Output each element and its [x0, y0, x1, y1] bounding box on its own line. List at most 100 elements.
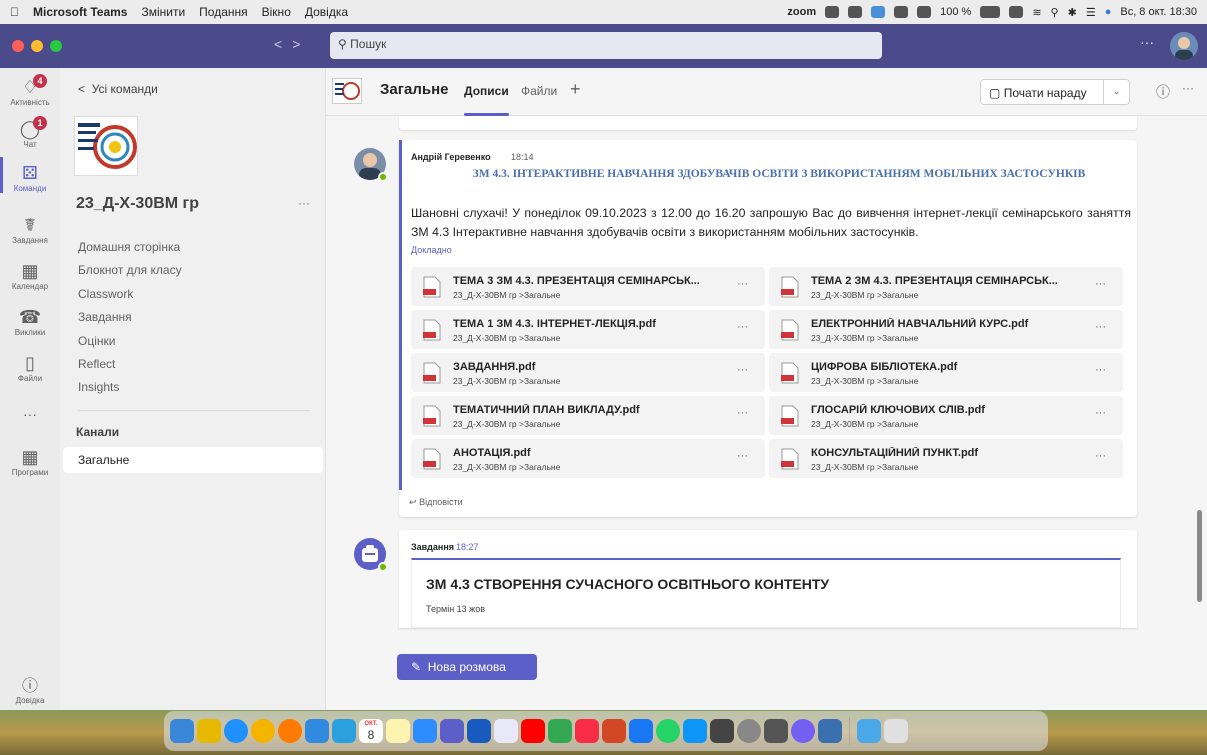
clock[interactable]: Вс, 8 окт. 18:30 — [1120, 6, 1197, 18]
attachment-item[interactable]: ЦИФРОВА БІБЛІОТЕКА.pdf 23_Д-Х-30ВМ гр >З… — [769, 353, 1123, 392]
menu-edit[interactable]: Змінити — [141, 5, 185, 19]
sidebar-item-classwork[interactable]: Classwork — [78, 287, 133, 301]
menu-window[interactable]: Вікно — [262, 5, 291, 19]
zoom-dock-icon[interactable] — [413, 719, 437, 743]
youtube-dock-icon[interactable] — [521, 719, 545, 743]
launchpad-dock-icon[interactable] — [197, 719, 221, 743]
rail-teams[interactable]: ⚄ Команди — [0, 162, 60, 193]
telegram-dock-icon[interactable] — [332, 719, 356, 743]
user-avatar[interactable] — [1170, 32, 1198, 60]
attachment-item[interactable]: КОНСУЛЬТАЦІЙНИЙ ПУНКТ.pdf 23_Д-Х-30ВМ гр… — [769, 439, 1123, 478]
rail-more-icon[interactable]: ··· — [0, 406, 60, 422]
menu-app-name[interactable]: Microsoft Teams — [33, 5, 127, 19]
battery-icon[interactable] — [980, 6, 1001, 18]
sidebar-item-home[interactable]: Домашня сторінка — [78, 240, 180, 254]
attachment-more-icon[interactable]: ··· — [1095, 321, 1106, 333]
mail-dock-icon[interactable] — [305, 719, 329, 743]
sidebar-item-insights[interactable]: Insights — [78, 380, 119, 394]
search-tray-icon[interactable]: ⚲ — [1051, 6, 1059, 19]
attachment-item[interactable]: ТЕМА 2 ЗМ 4.3. ПРЕЗЕНТАЦІЯ СЕМІНАРСЬК...… — [769, 267, 1123, 306]
forward-arrow-icon[interactable]: > — [292, 36, 310, 52]
finder-dock-icon[interactable] — [170, 719, 194, 743]
attachment-item[interactable]: ЗАВДАННЯ.pdf 23_Д-Х-30ВМ гр >Загальне ··… — [411, 353, 765, 392]
calendar-dock-icon[interactable]: ОКТ. 8 — [359, 719, 383, 743]
assignment-post-author[interactable]: Завдання — [411, 542, 454, 552]
zoom-tray-label[interactable]: zoom — [787, 6, 816, 18]
attachment-item[interactable]: ЕЛЕКТРОННИЙ НАВЧАЛЬНИЙ КУРС.pdf 23_Д-Х-3… — [769, 310, 1123, 349]
preview-dock-icon[interactable] — [818, 719, 842, 743]
sidebar-item-notebook[interactable]: Блокнот для класу — [78, 263, 182, 277]
shield-tray-icon[interactable] — [825, 6, 840, 18]
close-window-button[interactable] — [12, 40, 24, 52]
channel-item-general[interactable]: Загальне — [63, 447, 323, 473]
attachment-more-icon[interactable]: ··· — [737, 364, 748, 376]
viber-dock-icon[interactable] — [494, 719, 518, 743]
menu-help[interactable]: Довідка — [305, 5, 348, 19]
rail-help[interactable]: ⓘ Довідка — [0, 672, 60, 705]
attachment-item[interactable]: ГЛОСАРІЙ КЛЮЧОВИХ СЛІВ.pdf 23_Д-Х-30ВМ г… — [769, 396, 1123, 435]
whatsapp-dock-icon[interactable] — [656, 719, 680, 743]
see-more-link[interactable]: Докладно — [411, 245, 452, 255]
sidebar-item-assignments[interactable]: Завдання — [78, 310, 132, 324]
photos-dock-icon[interactable] — [278, 719, 302, 743]
apple-icon[interactable]:  — [10, 5, 19, 19]
rail-calls[interactable]: ☎ Виклики — [0, 306, 60, 337]
attachment-more-icon[interactable]: ··· — [1095, 450, 1106, 462]
chrome-dock-icon[interactable] — [251, 719, 275, 743]
music-dock-icon[interactable] — [575, 719, 599, 743]
reply-button[interactable]: ↩ Відповісти — [409, 497, 463, 508]
team-name[interactable]: 23_Д-Х-30ВМ гр — [76, 195, 199, 213]
bluetooth-icon[interactable]: ✱ — [1068, 6, 1077, 19]
calculator-dock-icon[interactable] — [710, 719, 734, 743]
scrollbar[interactable] — [1197, 510, 1202, 602]
search-input[interactable]: ⚲ Пошук — [330, 32, 882, 59]
wifi-icon[interactable]: ≋ — [1032, 6, 1041, 19]
attachment-more-icon[interactable]: ··· — [737, 278, 748, 290]
channels-heading[interactable]: Канали — [76, 425, 119, 439]
menu-view[interactable]: Подання — [199, 5, 247, 19]
meet-dropdown-chevron-icon[interactable]: ⌄ — [1104, 79, 1130, 105]
siri-icon[interactable]: ● — [1105, 6, 1112, 18]
app-store-dock-icon[interactable] — [683, 719, 707, 743]
notes-dock-icon[interactable] — [386, 719, 410, 743]
sidebar-item-reflect[interactable]: Reflect — [78, 357, 115, 371]
attachment-item[interactable]: ТЕМАТИЧНИЙ ПЛАН ВИКЛАДУ.pdf 23_Д-Х-30ВМ … — [411, 396, 765, 435]
sync-tray-icon[interactable] — [871, 6, 886, 18]
app2-dock-icon[interactable] — [764, 719, 788, 743]
chrome-tray-icon[interactable] — [917, 6, 932, 18]
app-dock-icon[interactable] — [629, 719, 653, 743]
attachment-more-icon[interactable]: ··· — [737, 450, 748, 462]
attachment-more-icon[interactable]: ··· — [737, 407, 748, 419]
safari-dock-icon[interactable] — [224, 719, 248, 743]
attachment-item[interactable]: АНОТАЦІЯ.pdf 23_Д-Х-30ВМ гр >Загальне ··… — [411, 439, 765, 478]
trash-dock-icon[interactable] — [884, 719, 908, 743]
attachment-more-icon[interactable]: ··· — [1095, 407, 1106, 419]
rail-calendar[interactable]: ▦ Календар — [0, 260, 60, 291]
teams-dock-icon[interactable] — [440, 719, 464, 743]
meet-now-button[interactable]: ▢ Почати нараду — [980, 79, 1104, 105]
attachment-more-icon[interactable]: ··· — [1095, 364, 1106, 376]
attachment-item[interactable]: ТЕМА 1 ЗМ 4.3. ІНТЕРНЕТ-ЛЕКЦІЯ.pdf 23_Д-… — [411, 310, 765, 349]
control-center-icon[interactable]: ☰ — [1086, 6, 1096, 19]
sidebar-item-grades[interactable]: Оцінки — [78, 334, 115, 348]
drive-dock-icon[interactable] — [548, 719, 572, 743]
attachment-more-icon[interactable]: ··· — [1095, 278, 1106, 290]
add-tab-icon[interactable]: + — [570, 79, 581, 100]
info-icon[interactable]: ⓘ — [1156, 82, 1170, 102]
header-more-icon[interactable]: ··· — [1182, 81, 1194, 95]
zoom-window-button[interactable] — [50, 40, 62, 52]
minimize-window-button[interactable] — [31, 40, 43, 52]
rail-activity[interactable]: ♢ 4 Активність — [0, 74, 60, 107]
downloads-dock-icon[interactable] — [857, 719, 881, 743]
app-tray-icon[interactable] — [894, 6, 909, 18]
settings-dock-icon[interactable] — [737, 719, 761, 743]
attachment-item[interactable]: ТЕМА 3 ЗМ 4.3. ПРЕЗЕНТАЦІЯ СЕМІНАРСЬК...… — [411, 267, 765, 306]
rail-apps[interactable]: ▦ Програми — [0, 446, 60, 477]
powerpoint-dock-icon[interactable] — [602, 719, 626, 743]
new-conversation-button[interactable]: ✎ Нова розмова — [397, 654, 537, 680]
tab-files[interactable]: Файли — [521, 84, 557, 98]
rail-files[interactable]: ▯ Файли — [0, 352, 60, 383]
viber2-dock-icon[interactable] — [791, 719, 815, 743]
back-to-teams-link[interactable]: < Усі команди — [78, 82, 158, 96]
rail-chat[interactable]: ◯ 1 Чат — [0, 116, 60, 149]
